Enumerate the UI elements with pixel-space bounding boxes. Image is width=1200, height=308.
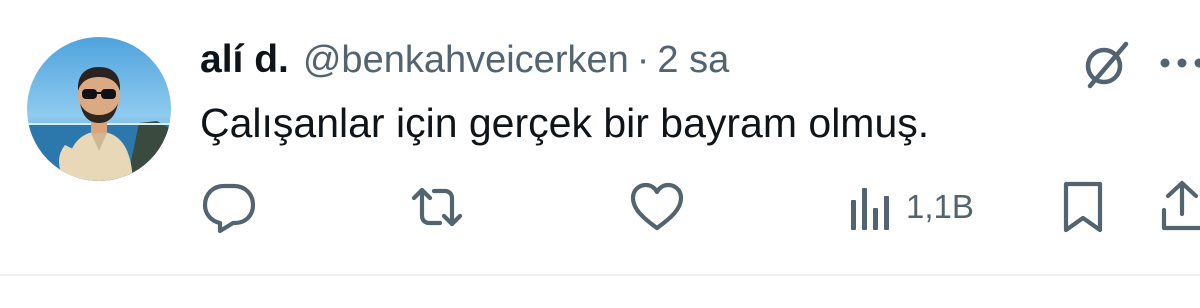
grok-icon[interactable]	[1078, 36, 1134, 92]
views-icon	[848, 178, 894, 236]
timestamp[interactable]: 2 sa	[657, 39, 729, 82]
author-handle[interactable]: @benkahveicerken	[303, 39, 629, 82]
bookmark-icon	[1058, 178, 1108, 236]
like-button[interactable]	[628, 178, 686, 236]
bookmark-button[interactable]	[1058, 178, 1108, 236]
tweet-header: alí d. @benkahveicerken · 2 sa	[200, 38, 729, 88]
retweet-button[interactable]	[408, 178, 466, 236]
tweet-text: Çalışanlar için gerçek bir bayram olmuş.	[200, 100, 930, 146]
share-icon	[1160, 178, 1200, 236]
more-icon[interactable]	[1158, 56, 1200, 70]
avatar[interactable]	[27, 37, 171, 181]
views-button[interactable]: 1,1B	[848, 178, 974, 236]
divider	[0, 274, 1200, 276]
reply-icon	[200, 178, 258, 236]
reply-button[interactable]	[200, 178, 258, 236]
retweet-icon	[408, 178, 466, 236]
tweet[interactable]: alí d. @benkahveicerken · 2 sa Çalışanla…	[0, 0, 1200, 308]
share-button[interactable]	[1160, 178, 1200, 236]
views-count: 1,1B	[906, 188, 974, 225]
separator-dot: ·	[636, 39, 650, 81]
heart-icon	[628, 178, 686, 236]
author-name[interactable]: alí d.	[200, 38, 289, 82]
